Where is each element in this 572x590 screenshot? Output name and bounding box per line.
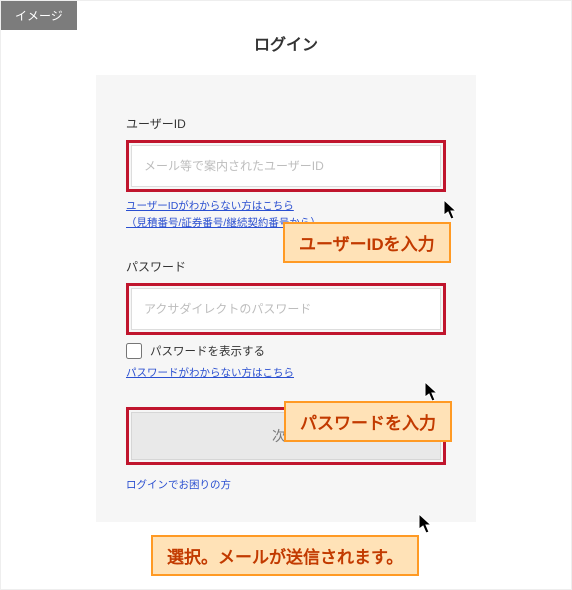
callout-user-id: ユーザーIDを入力 xyxy=(283,222,451,263)
callout-password: パスワードを入力 xyxy=(284,401,452,442)
user-id-highlight xyxy=(126,140,446,192)
password-group: パスワード パスワードを表示する パスワードがわからない方はこちら xyxy=(126,258,446,382)
show-password-checkbox[interactable] xyxy=(126,343,142,359)
image-badge: イメージ xyxy=(1,1,77,30)
show-password-row: パスワードを表示する xyxy=(126,343,446,359)
login-panel: ユーザーID ユーザーIDがわからない方はこちら（見積番号/証券番号/継続契約番… xyxy=(96,75,476,522)
callout-submit: 選択。メールが送信されます。 xyxy=(151,535,419,576)
user-id-group: ユーザーID ユーザーIDがわからない方はこちら（見積番号/証券番号/継続契約番… xyxy=(126,115,446,232)
show-password-label: パスワードを表示する xyxy=(150,343,265,359)
user-id-input[interactable] xyxy=(131,145,441,187)
password-help-link[interactable]: パスワードがわからない方はこちら xyxy=(126,365,446,382)
user-id-label: ユーザーID xyxy=(126,115,446,132)
login-trouble-link[interactable]: ログインでお困りの方 xyxy=(126,477,446,492)
password-highlight xyxy=(126,283,446,335)
password-input[interactable] xyxy=(131,288,441,330)
page-title: ログイン xyxy=(1,1,571,75)
